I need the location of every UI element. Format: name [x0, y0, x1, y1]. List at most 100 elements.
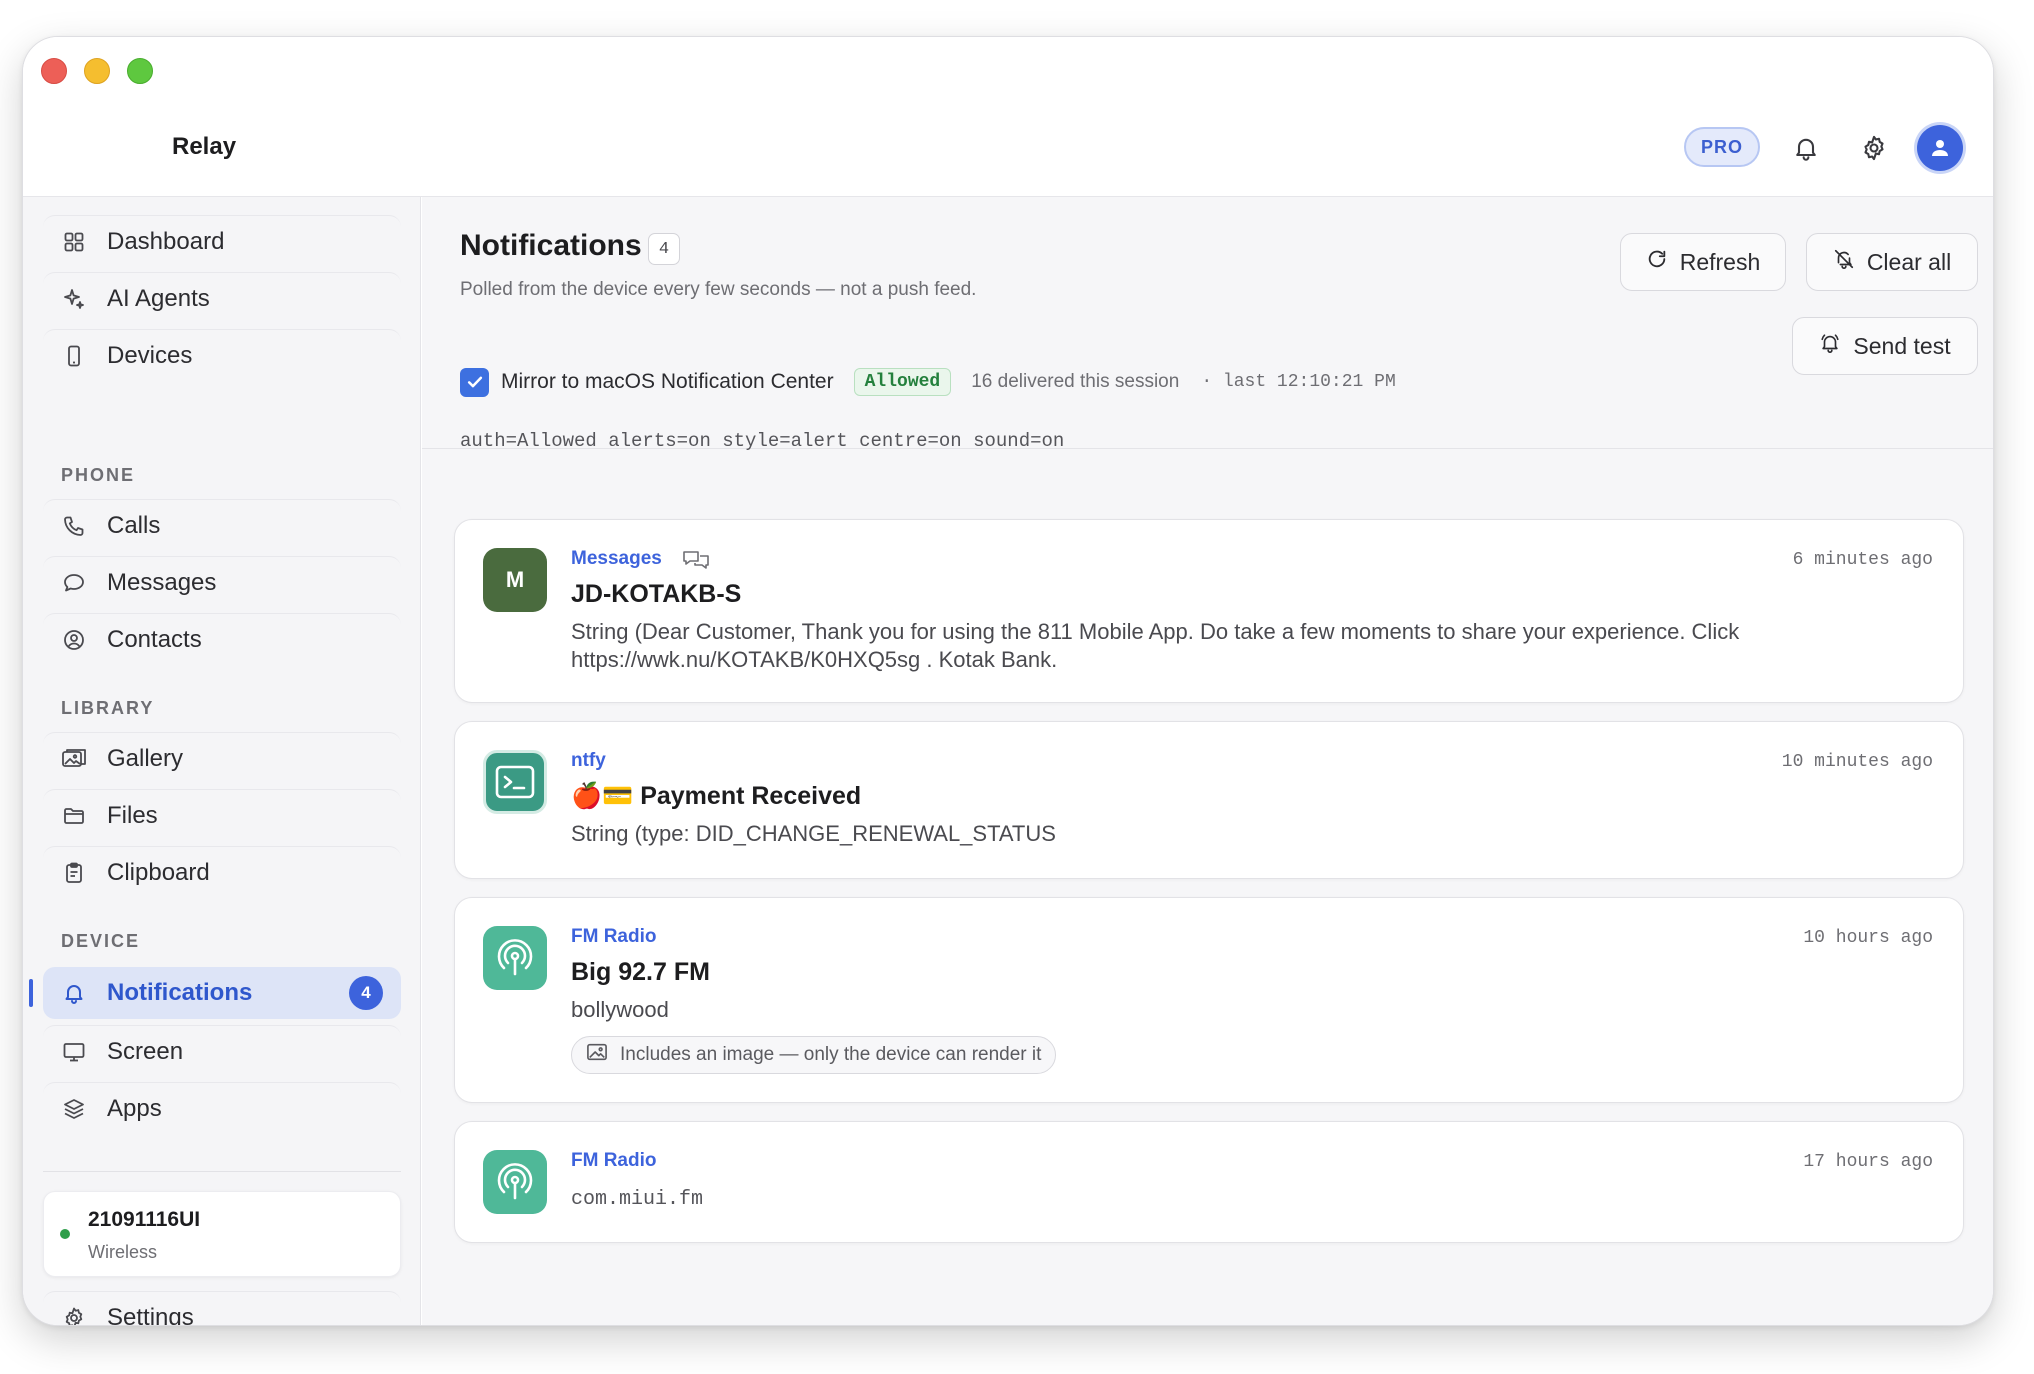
send-test-label: Send test	[1853, 332, 1951, 359]
clear-all-label: Clear all	[1866, 248, 1952, 275]
bell-ring-icon	[1819, 332, 1841, 360]
gallery-icon	[59, 744, 89, 774]
user-avatar[interactable]	[1917, 125, 1963, 171]
sidebar: Dashboard AI Agents Devices PHONE Calls	[23, 197, 421, 1325]
notification-count: 4	[648, 233, 680, 265]
conversation-icon	[681, 548, 711, 577]
sidebar-divider	[43, 1171, 401, 1172]
gear-icon[interactable]	[1857, 131, 1891, 165]
bell-icon	[59, 978, 89, 1008]
user-icon	[1932, 140, 1948, 156]
notifications-header: Notifications 4 Polled from the device e…	[422, 197, 1993, 452]
sidebar-item-clipboard[interactable]: Clipboard	[43, 846, 401, 898]
checkmark-icon	[467, 376, 482, 388]
pro-badge[interactable]: PRO	[1684, 127, 1760, 167]
device-name: 21091116UI	[88, 1208, 201, 1231]
section-label-device: DEVICE	[61, 931, 141, 951]
mirror-label[interactable]: Mirror to macOS Notification Center	[501, 370, 834, 394]
notification-settings-status: auth=Allowed alerts=on style=alert centr…	[460, 430, 1065, 452]
notification-title: Big 92.7 FM	[571, 958, 710, 986]
sidebar-item-label: Files	[107, 801, 158, 829]
notification-card[interactable]: ntfy 10 minutes ago 🍎💳 Payment Received …	[454, 721, 1964, 879]
sidebar-item-label: Notifications	[107, 979, 253, 1006]
folder-icon	[59, 801, 89, 831]
zoom-window-button[interactable]	[127, 58, 153, 84]
image-note-text: Includes an image — only the device can …	[620, 1044, 1042, 1065]
section-label-library: LIBRARY	[61, 698, 155, 718]
notification-title: JD-KOTAKB-S	[571, 580, 742, 608]
permission-status-badge: Allowed	[853, 368, 952, 396]
notification-body: com.miui.fm	[571, 1188, 704, 1211]
grid-icon	[59, 227, 89, 257]
monitor-icon	[59, 1037, 89, 1067]
title-bar: Relay PRO	[23, 37, 1993, 197]
sidebar-item-label: Devices	[107, 341, 193, 369]
broadcast-icon	[497, 939, 533, 976]
refresh-label: Refresh	[1679, 248, 1761, 275]
app-icon-letter: M	[505, 567, 525, 592]
sidebar-item-label: Messages	[107, 568, 217, 596]
sidebar-item-messages[interactable]: Messages	[43, 556, 401, 608]
sidebar-item-label: Screen	[107, 1037, 184, 1065]
notification-time: 17 hours ago	[1803, 1152, 1933, 1172]
notification-card[interactable]: M Messages 6 minutes ago JD-KOTAKB-S Str…	[454, 519, 1964, 703]
messages-app-icon: M	[483, 548, 547, 612]
device-card[interactable]: 21091116UI Wireless	[43, 1191, 401, 1277]
sidebar-item-screen[interactable]: Screen	[43, 1025, 401, 1077]
clear-all-button[interactable]: Clear all	[1806, 233, 1978, 291]
device-connection: Wireless	[88, 1242, 158, 1262]
send-test-button[interactable]: Send test	[1792, 317, 1978, 375]
notification-body: bollywood	[571, 997, 669, 1022]
sidebar-item-gallery[interactable]: Gallery	[43, 732, 401, 784]
bell-off-icon	[1833, 248, 1855, 276]
sidebar-item-apps[interactable]: Apps	[43, 1082, 401, 1134]
sidebar-item-ai-agents[interactable]: AI Agents	[43, 272, 401, 324]
main-content: Notifications 4 Polled from the device e…	[422, 197, 1993, 1325]
notification-card[interactable]: FM Radio 17 hours ago com.miui.fm	[454, 1121, 1964, 1243]
sidebar-item-label: Calls	[107, 511, 161, 539]
section-label-phone: PHONE	[61, 465, 136, 485]
connection-status-dot	[60, 1229, 70, 1239]
notification-card[interactable]: FM Radio 10 hours ago Big 92.7 FM bollyw…	[454, 897, 1964, 1103]
chat-bubble-icon	[59, 568, 89, 598]
ntfy-app-icon	[483, 750, 547, 814]
bell-icon[interactable]	[1789, 131, 1823, 165]
app-window: Relay PRO Dashboard AI Agents Devices PH…	[22, 36, 1994, 1326]
sidebar-item-notifications[interactable]: Notifications 4	[43, 967, 401, 1019]
last-delivered-time: · last 12:10:21 PM	[1201, 372, 1396, 392]
active-indicator	[29, 979, 33, 1007]
radio-app-icon	[483, 926, 547, 990]
minimize-window-button[interactable]	[84, 58, 110, 84]
close-window-button[interactable]	[41, 58, 67, 84]
gear-icon	[59, 1303, 89, 1325]
broadcast-icon	[497, 1163, 533, 1200]
refresh-button[interactable]: Refresh	[1620, 233, 1786, 291]
sidebar-item-dashboard[interactable]: Dashboard	[43, 215, 401, 267]
sidebar-item-settings[interactable]: Settings	[43, 1291, 401, 1326]
notification-time: 6 minutes ago	[1792, 550, 1933, 570]
sidebar-item-calls[interactable]: Calls	[43, 499, 401, 551]
refresh-icon	[1646, 248, 1668, 276]
mirror-checkbox[interactable]	[460, 367, 489, 397]
notification-app-name[interactable]: Messages	[571, 548, 662, 570]
sparkle-icon	[59, 284, 89, 314]
phone-icon	[59, 511, 89, 541]
notification-app-name[interactable]: FM Radio	[571, 1150, 657, 1172]
terminal-icon	[495, 765, 535, 799]
sidebar-item-files[interactable]: Files	[43, 789, 401, 841]
contact-icon	[59, 625, 89, 655]
delivered-count: 16 delivered this session	[971, 371, 1180, 392]
notification-title: 🍎💳 Payment Received	[571, 782, 862, 810]
notification-time: 10 hours ago	[1803, 928, 1933, 948]
app-title: Relay	[172, 133, 237, 160]
sidebar-item-label: Dashboard	[107, 227, 225, 255]
notification-body: String (Dear Customer, Thank you for usi…	[571, 619, 1740, 672]
notification-app-name[interactable]: ntfy	[571, 750, 606, 772]
sidebar-item-contacts[interactable]: Contacts	[43, 613, 401, 665]
sidebar-item-label: Contacts	[107, 625, 202, 653]
sidebar-item-devices[interactable]: Devices	[43, 329, 401, 381]
notification-app-name[interactable]: FM Radio	[571, 926, 657, 948]
sidebar-item-label: Settings	[107, 1303, 194, 1326]
sidebar-item-label: AI Agents	[107, 284, 210, 312]
page-subtitle: Polled from the device every few seconds…	[460, 279, 977, 300]
